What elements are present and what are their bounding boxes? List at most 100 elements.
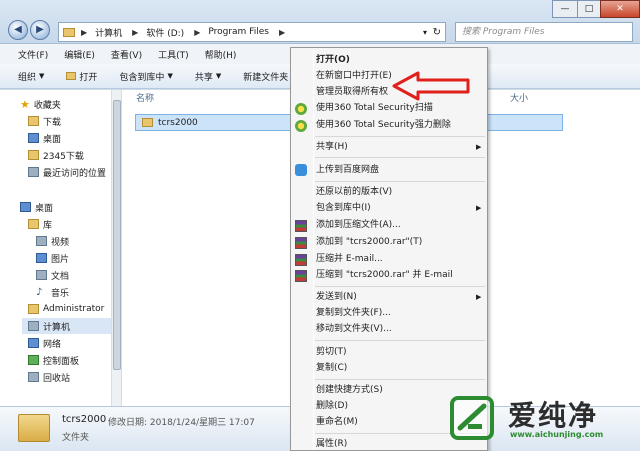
organize-label: 组织 — [18, 72, 37, 83]
nav-2345-downloads[interactable]: 2345下载 — [28, 147, 84, 163]
nav-label: 桌面 — [43, 134, 62, 145]
menu-separator — [315, 181, 485, 182]
include-library-button[interactable]: 包含到库中 ▼ — [119, 70, 172, 83]
winrar-icon — [295, 270, 307, 282]
document-icon — [36, 270, 47, 280]
breadcrumb-separator-icon: ▶ — [278, 27, 286, 37]
nav-documents[interactable]: 文档 — [36, 267, 69, 283]
nav-recent[interactable]: 最近访问的位置 — [28, 164, 106, 180]
menu-item-open[interactable]: 打开(O) — [316, 52, 350, 68]
address-dropdown-icon[interactable]: ▾ — [423, 28, 427, 37]
360-security-icon — [295, 103, 307, 115]
nav-label: 控制面板 — [43, 356, 80, 367]
nav-pictures[interactable]: 图片 — [36, 250, 69, 266]
menu-item-add-rar[interactable]: 添加到 "tcrs2000.rar"(T) — [316, 234, 422, 250]
menu-item-compress-email[interactable]: 压缩并 E-mail... — [316, 251, 383, 267]
menu-item-360-scan[interactable]: 使用360 Total Security扫描 — [316, 100, 433, 116]
nav-control-panel[interactable]: 控制面板 — [28, 352, 79, 368]
winrar-icon — [295, 237, 307, 249]
nav-libraries[interactable]: 库 — [28, 216, 52, 232]
menu-item-upload-baidu[interactable]: 上传到百度网盘 — [316, 162, 379, 178]
share-button[interactable]: 共享 ▼ — [195, 70, 221, 83]
menu-item-create-shortcut[interactable]: 创建快捷方式(S) — [316, 382, 383, 398]
star-icon: ★ — [20, 97, 30, 111]
nav-label: 文档 — [51, 271, 70, 282]
nav-favorites[interactable]: ★ 收藏夹 — [20, 96, 61, 112]
user-folder-icon — [28, 304, 39, 314]
nav-label: 2345下载 — [43, 151, 84, 162]
organize-button[interactable]: 组织 ▼ — [18, 70, 44, 83]
file-name: tcrs2000 — [158, 117, 198, 128]
menu-item-open-new-window[interactable]: 在新窗口中打开(E) — [316, 68, 392, 84]
folder-icon — [28, 150, 39, 160]
menu-item-rename[interactable]: 重命名(M) — [316, 414, 358, 430]
details-modified: 修改日期: 2018/1/24/星期三 17:07 — [108, 418, 255, 428]
nav-label: Administrator — [43, 304, 105, 314]
menu-item-copy-to-folder[interactable]: 复制到文件夹(F)... — [316, 305, 391, 321]
baidu-cloud-icon — [295, 164, 307, 176]
menu-item-move-to-folder[interactable]: 移动到文件夹(V)... — [316, 321, 392, 337]
nav-desktop[interactable]: 桌面 — [20, 199, 53, 215]
nav-desktop-fav[interactable]: 桌面 — [28, 130, 61, 146]
nav-label: 最近访问的位置 — [43, 168, 107, 179]
close-button[interactable]: ✕ — [600, 0, 640, 18]
menu-item-take-ownership[interactable]: 管理员取得所有权 — [316, 84, 388, 100]
nav-network[interactable]: 网络 — [28, 335, 61, 351]
menu-item-360-delete[interactable]: 使用360 Total Security强力删除 — [316, 117, 451, 133]
menu-file[interactable]: 文件(F) — [18, 48, 48, 61]
computer-icon — [28, 321, 39, 331]
menu-item-properties[interactable]: 属性(R) — [316, 436, 347, 451]
winrar-icon — [295, 220, 307, 232]
nav-recycle-bin[interactable]: 回收站 — [28, 369, 70, 385]
breadcrumb-drive[interactable]: 软件 (D:) — [146, 26, 184, 39]
column-header-size[interactable]: 大小 — [510, 91, 528, 107]
menu-item-copy[interactable]: 复制(C) — [316, 360, 347, 376]
menu-item-compress-rar-email[interactable]: 压缩到 "tcrs2000.rar" 并 E-mail — [316, 267, 453, 283]
breadcrumb-program-files[interactable]: Program Files — [208, 27, 269, 37]
include-library-label: 包含到库中 — [119, 72, 165, 83]
menu-separator — [315, 157, 485, 158]
menu-item-include-library[interactable]: 包含到库中(I) — [316, 200, 371, 216]
winrar-icon — [295, 254, 307, 266]
refresh-icon[interactable]: ↻ — [433, 27, 441, 38]
menu-help[interactable]: 帮助(H) — [205, 48, 237, 61]
column-header-name[interactable]: 名称 — [136, 91, 154, 107]
open-button[interactable]: 打开 — [66, 70, 97, 83]
address-bar[interactable]: ▶ 计算机 ▶ 软件 (D:) ▶ Program Files ▶ ▾ ↻ — [58, 22, 446, 42]
search-input[interactable]: 搜索 Program Files — [455, 22, 633, 42]
scrollbar-thumb[interactable] — [113, 100, 121, 370]
nav-label: 音乐 — [51, 288, 70, 299]
menu-item-cut[interactable]: 剪切(T) — [316, 344, 347, 360]
watermark-logo-icon — [450, 396, 494, 440]
nav-scrollbar[interactable] — [111, 90, 121, 406]
nav-music[interactable]: ♪ 音乐 — [36, 284, 69, 300]
nav-label: 库 — [43, 220, 53, 231]
new-folder-label: 新建文件夹 — [243, 72, 289, 83]
nav-label: 收藏夹 — [33, 100, 61, 111]
breadcrumb-computer[interactable]: 计算机 — [95, 26, 122, 39]
chevron-down-icon: ▼ — [215, 72, 222, 80]
chevron-down-icon: ▼ — [167, 72, 173, 80]
back-button[interactable]: ◀ — [8, 20, 28, 40]
menu-item-delete[interactable]: 删除(D) — [316, 398, 348, 414]
menu-item-send-to[interactable]: 发送到(N) — [316, 289, 357, 305]
nav-label: 下载 — [43, 117, 62, 128]
menu-edit[interactable]: 编辑(E) — [64, 48, 95, 61]
menu-item-add-archive[interactable]: 添加到压缩文件(A)... — [316, 217, 401, 233]
minimize-button[interactable]: — — [552, 0, 578, 18]
new-folder-button[interactable]: 新建文件夹 — [243, 70, 288, 83]
folder-icon — [63, 27, 75, 37]
menu-gutter — [313, 50, 314, 450]
menu-item-restore-versions[interactable]: 还原以前的版本(V) — [316, 184, 392, 200]
nav-administrator[interactable]: Administrator — [28, 301, 104, 317]
menu-item-share[interactable]: 共享(H) — [316, 139, 348, 155]
forward-button[interactable]: ▶ — [30, 20, 50, 40]
menu-view[interactable]: 查看(V) — [111, 48, 142, 61]
nav-videos[interactable]: 视频 — [36, 233, 69, 249]
video-icon — [36, 236, 47, 246]
menu-tools[interactable]: 工具(T) — [158, 48, 189, 61]
watermark-logo-mark-icon — [457, 403, 487, 431]
nav-computer[interactable]: 计算机 — [22, 318, 111, 334]
nav-downloads[interactable]: 下载 — [28, 113, 61, 129]
maximize-button[interactable]: □ — [577, 0, 601, 18]
